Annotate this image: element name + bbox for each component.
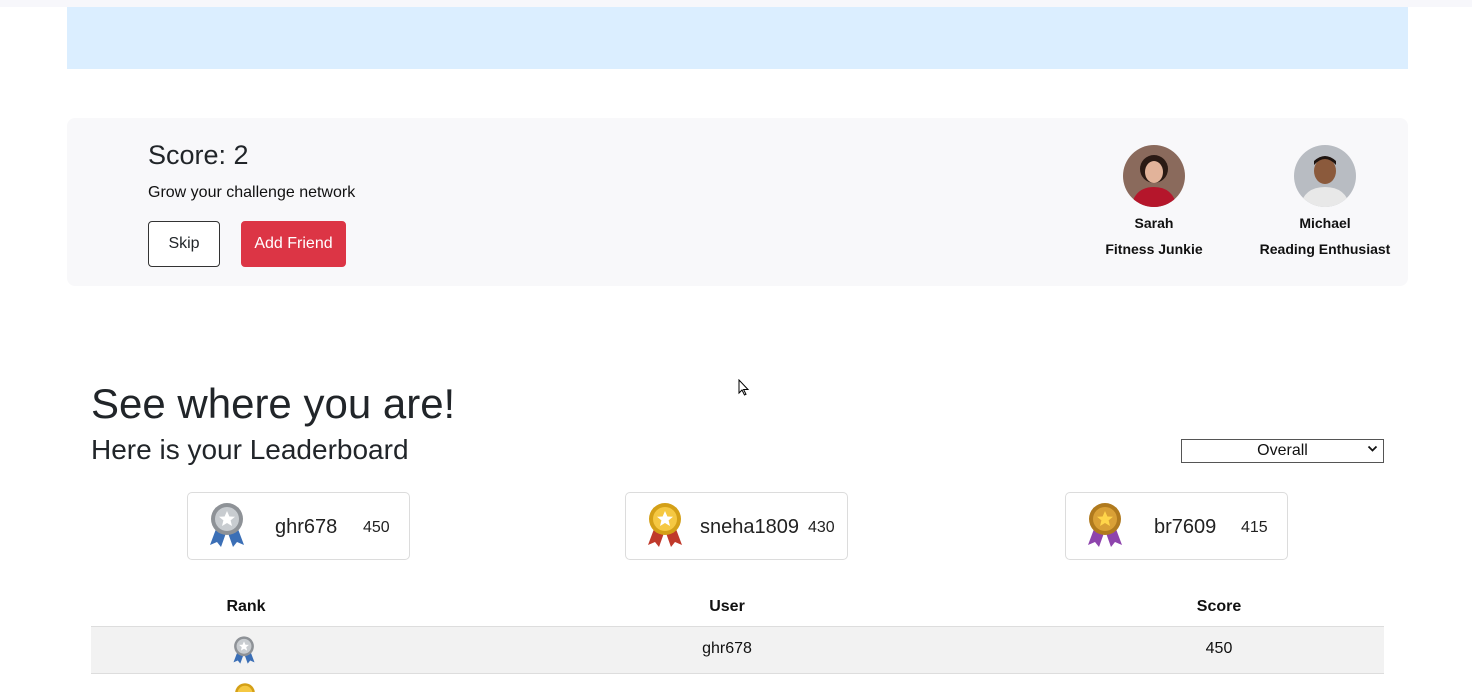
friend-name: Michael	[1299, 215, 1351, 231]
row-score: 450	[1205, 640, 1233, 657]
skip-button[interactable]: Skip	[148, 221, 220, 267]
mouse-cursor-icon	[738, 379, 750, 396]
table-row: ghr678 450	[91, 626, 1384, 674]
chevron-down-icon	[1367, 445, 1378, 452]
silver-medal-icon	[233, 636, 255, 664]
avatar	[1123, 145, 1185, 207]
add-friend-button[interactable]: Add Friend	[241, 221, 346, 267]
avatar	[1294, 145, 1356, 207]
filter-selected-value: Overall	[1257, 442, 1308, 459]
podium-user: sneha1809	[700, 516, 799, 538]
podium-card-br7609: br7609 415	[1065, 492, 1288, 560]
podium-score: 450	[363, 519, 390, 536]
leaderboard-filter-select[interactable]: Overall	[1181, 439, 1384, 463]
friend-name: Sarah	[1134, 215, 1174, 231]
leaderboard-heading: See where you are!	[91, 380, 456, 427]
podium-card-sneha1809: sneha1809 430	[625, 492, 848, 560]
podium-user: br7609	[1154, 516, 1217, 538]
friend-tag: Fitness Junkie	[1105, 241, 1203, 257]
podium-score: 415	[1241, 519, 1268, 536]
podium-card-ghr678: ghr678 450	[187, 492, 410, 560]
top-strip	[0, 0, 1472, 7]
column-header-score: Score	[1196, 598, 1242, 615]
column-header-user: User	[709, 598, 745, 615]
gold-medal-icon	[648, 503, 682, 547]
leaderboard-table-header: Rank User Score	[91, 592, 1384, 626]
friend-tag: Reading Enthusiast	[1259, 241, 1391, 257]
friend-suggestion-michael[interactable]: Michael Reading Enthusiast	[1245, 145, 1405, 257]
silver-medal-icon	[210, 503, 244, 547]
friend-suggestion-sarah[interactable]: Sarah Fitness Junkie	[1074, 145, 1234, 257]
column-header-rank: Rank	[226, 598, 266, 615]
podium-score: 430	[808, 519, 835, 536]
row-user: ghr678	[702, 640, 752, 657]
score-subtitle: Grow your challenge network	[148, 184, 356, 201]
podium-user: ghr678	[275, 516, 338, 538]
leaderboard-subheading: Here is your Leaderboard	[91, 434, 409, 465]
bronze-medal-icon	[1088, 503, 1122, 547]
top-banner	[67, 7, 1408, 69]
score-title: Score: 2	[148, 140, 249, 170]
gold-medal-icon	[235, 683, 255, 692]
friend-suggestion-card: Score: 2 Grow your challenge network Ski…	[67, 118, 1408, 286]
